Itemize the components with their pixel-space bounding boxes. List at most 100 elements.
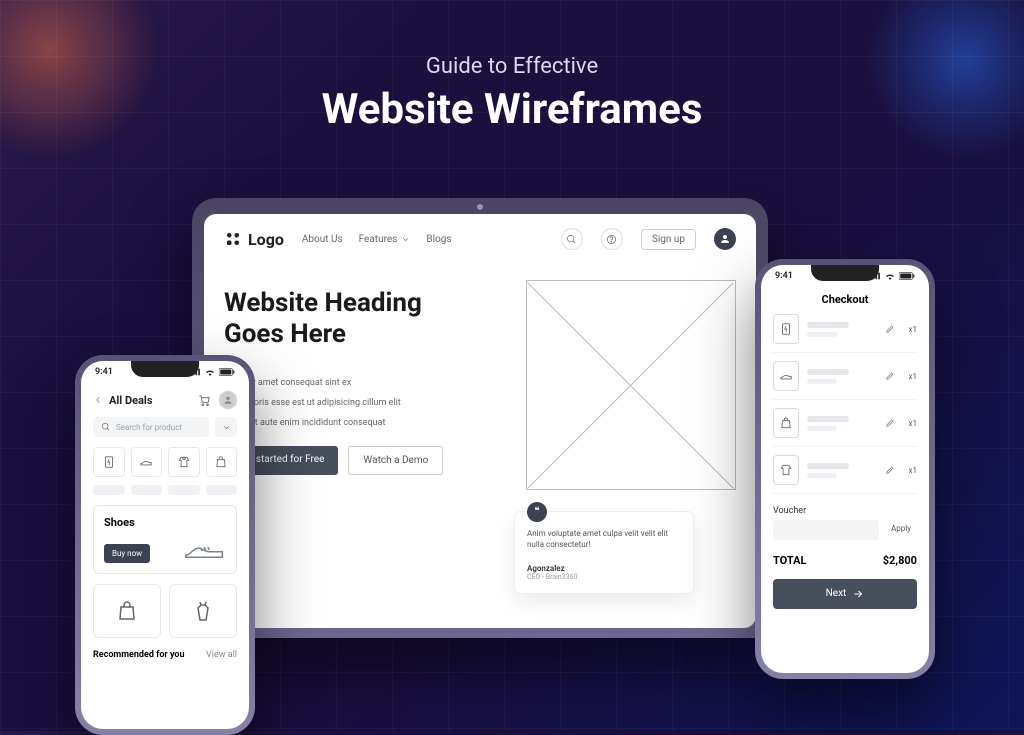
- shoe-icon: [779, 369, 793, 383]
- mobile-checkout-frame: 9:41 Checkout x1 x1: [755, 259, 935, 679]
- cart-button[interactable]: [195, 391, 213, 409]
- back-button[interactable]: [93, 395, 103, 405]
- nav-about[interactable]: About Us: [302, 234, 343, 245]
- shirt-icon: [779, 463, 793, 477]
- help-button[interactable]: [601, 228, 623, 250]
- status-time: 9:41: [95, 367, 113, 377]
- skeleton: [807, 379, 837, 384]
- site-nav: About Us Features Blogs: [302, 234, 452, 245]
- category-shoes[interactable]: [131, 447, 163, 477]
- testimonial-card: ❝ Anim voluptate amet culpa velit velit …: [514, 511, 694, 594]
- cart-item: x1: [773, 306, 917, 353]
- pencil-icon: [885, 324, 895, 334]
- item-qty: x1: [903, 419, 917, 428]
- skeleton: [807, 332, 837, 337]
- search-icon: [566, 234, 577, 245]
- bag-icon: [779, 416, 793, 430]
- hoodie-icon: [177, 455, 191, 469]
- cta-secondary-button[interactable]: Watch a Demo: [348, 446, 443, 475]
- notch: [811, 265, 879, 281]
- filter-button[interactable]: [215, 417, 237, 437]
- edit-item-button[interactable]: [885, 324, 895, 334]
- user-icon: [223, 395, 233, 405]
- section-title: Recommended for you: [93, 650, 185, 660]
- item-thumb: [773, 408, 799, 438]
- logo-text: Logo: [248, 230, 284, 249]
- edit-item-button[interactable]: [885, 371, 895, 381]
- testimonial-role: CEO - Brain3360: [527, 573, 681, 581]
- featured-card[interactable]: Shoes Buy now: [93, 505, 237, 574]
- cart-item: x1: [773, 400, 917, 447]
- shopping-bag-icon: [115, 599, 139, 623]
- site-logo[interactable]: Logo: [224, 230, 284, 249]
- search-input[interactable]: Search for product: [93, 417, 209, 437]
- notch: [131, 361, 199, 377]
- chevron-down-icon: [222, 423, 231, 432]
- wifi-icon: [884, 272, 896, 280]
- search-placeholder: Search for product: [116, 423, 182, 432]
- user-avatar[interactable]: [219, 391, 237, 409]
- page-title: All Deals: [109, 394, 152, 407]
- user-icon: [719, 233, 731, 245]
- testimonial-text: Anim voluptate amet culpa velit velit el…: [527, 528, 681, 550]
- search-button[interactable]: [561, 228, 583, 250]
- view-all-link[interactable]: View all: [206, 650, 237, 660]
- pencil-icon: [885, 418, 895, 428]
- skeleton: [807, 369, 849, 375]
- bullet-2: Sint laboris esse est ut adipisicing cil…: [224, 398, 502, 408]
- chevron-down-icon: [401, 235, 410, 244]
- hero-bullets: Pariatur amet consequat sint ex Sint lab…: [224, 378, 502, 428]
- chevron-left-icon: [93, 395, 103, 405]
- nav-features[interactable]: Features: [359, 234, 411, 245]
- skeleton: [807, 416, 849, 422]
- product-tile-dress[interactable]: [169, 584, 237, 638]
- skeleton: [807, 473, 837, 478]
- item-thumb: [773, 455, 799, 485]
- bag-icon: [214, 455, 228, 469]
- site-header: Logo About Us Features Blogs Sign up: [224, 228, 736, 250]
- nav-features-label: Features: [359, 234, 398, 245]
- skeleton: [131, 485, 163, 495]
- total-value: $2,800: [883, 554, 917, 567]
- edit-item-button[interactable]: [885, 418, 895, 428]
- shoe-icon: [139, 455, 153, 469]
- wifi-icon: [204, 368, 216, 376]
- cart-item: x1: [773, 353, 917, 400]
- next-button[interactable]: Next: [773, 579, 917, 609]
- item-qty: x1: [903, 372, 917, 381]
- voucher-label: Voucher: [773, 506, 917, 516]
- hero-image-placeholder: [526, 280, 736, 490]
- category-apparel[interactable]: [168, 447, 200, 477]
- nav-blogs[interactable]: Blogs: [426, 234, 451, 245]
- buy-now-button[interactable]: Buy now: [104, 544, 150, 563]
- page-title: Checkout: [773, 293, 917, 306]
- product-tile-bag[interactable]: [93, 584, 161, 638]
- skeleton: [168, 485, 200, 495]
- featured-title: Shoes: [104, 516, 226, 529]
- category-energy[interactable]: [93, 447, 125, 477]
- hero-heading: Website Heading Goes Here: [224, 288, 502, 350]
- voucher-input[interactable]: [773, 520, 879, 540]
- item-thumb: [773, 361, 799, 391]
- apply-button[interactable]: Apply: [885, 520, 917, 540]
- category-bags[interactable]: [206, 447, 238, 477]
- testimonial-name: Agonzalez: [527, 564, 681, 573]
- cart-item: x1: [773, 447, 917, 494]
- sneaker-icon: [182, 535, 226, 563]
- skeleton: [807, 463, 849, 469]
- bolt-icon: [779, 322, 793, 336]
- skeleton: [807, 426, 837, 431]
- edit-item-button[interactable]: [885, 465, 895, 475]
- laptop-camera: [477, 204, 483, 210]
- signup-button[interactable]: Sign up: [641, 229, 696, 250]
- mobile-deals-frame: 9:41 All Deals: [75, 355, 255, 735]
- skeleton: [206, 485, 238, 495]
- next-label: Next: [826, 588, 847, 600]
- item-thumb: [773, 314, 799, 344]
- skeleton: [807, 322, 849, 328]
- help-icon: [606, 234, 617, 245]
- avatar[interactable]: [714, 228, 736, 250]
- cart-icon: [197, 393, 211, 407]
- headline: Guide to Effective Website Wireframes: [0, 54, 1024, 134]
- skeleton: [93, 485, 125, 495]
